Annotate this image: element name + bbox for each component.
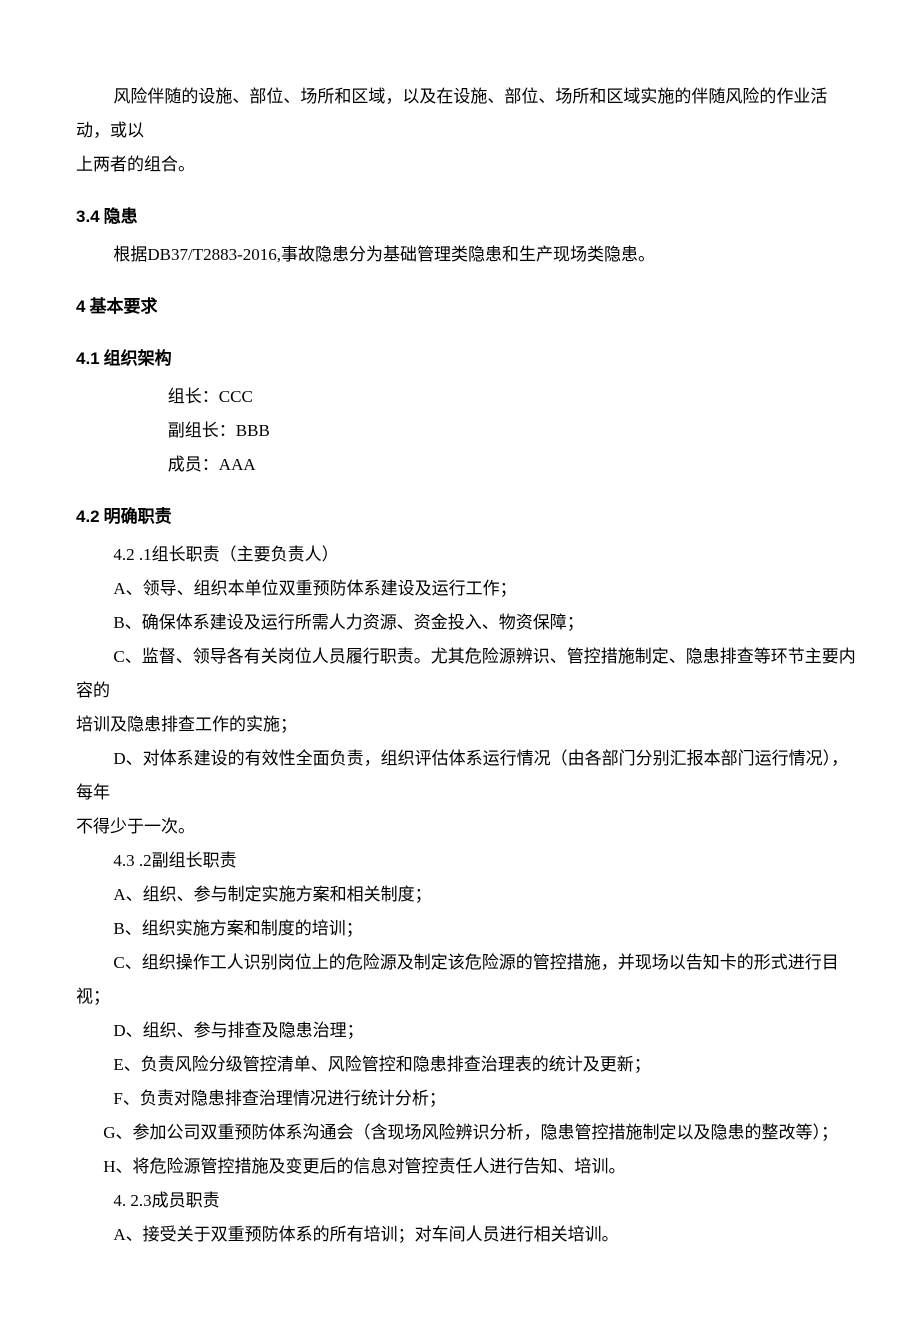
para-3-4: 根据DB37/T2883-2016,事故隐患分为基础管理类隐患和生产现场类隐患。: [76, 238, 860, 272]
item-4-2-2-a: A、组织、参与制定实施方案和相关制度；: [76, 878, 860, 912]
item-4-2-2-e: E、负责风险分级管控清单、风险管控和隐患排查治理表的统计及更新；: [76, 1048, 860, 1082]
org-member: 成员：AAA: [76, 448, 860, 482]
heading-4-1: 4.1组织架构: [76, 342, 860, 376]
heading-4-number: 4: [76, 297, 85, 316]
heading-4-2-text: 明确职责: [104, 507, 172, 526]
item-4-2-2-f: F、负责对隐患排查治理情况进行统计分析；: [76, 1082, 860, 1116]
section-4-2-2-title: 4.3 .2副组长职责: [76, 844, 860, 878]
heading-4-2-number: 4.2: [76, 507, 100, 526]
heading-4-2: 4.2明确职责: [76, 500, 860, 534]
intro-para-line1: 风险伴随的设施、部位、场所和区域，以及在设施、部位、场所和区域实施的伴随风险的作…: [76, 80, 860, 148]
item-4-2-2-h: H、将危险源管控措施及变更后的信息对管控责任人进行告知、培训。: [76, 1150, 860, 1184]
heading-4-text: 基本要求: [89, 297, 157, 316]
heading-3-4: 3.4隐患: [76, 200, 860, 234]
heading-4-1-number: 4.1: [76, 349, 100, 368]
intro-para-line2: 上两者的组合。: [76, 148, 860, 182]
item-4-2-1-b: B、确保体系建设及运行所需人力资源、资金投入、物资保障；: [76, 606, 860, 640]
item-4-2-1-a: A、领导、组织本单位双重预防体系建设及运行工作；: [76, 572, 860, 606]
org-deputy: 副组长：BBB: [76, 414, 860, 448]
heading-3-4-number: 3.4: [76, 207, 100, 226]
section-4-2-1-title: 4.2 .1组长职责（主要负责人）: [76, 538, 860, 572]
org-leader: 组长：CCC: [76, 380, 860, 414]
item-4-2-1-c-line1: C、监督、领导各有关岗位人员履行职责。尤其危险源辨识、管控措施制定、隐患排查等环…: [76, 640, 860, 708]
item-4-2-2-c: C、组织操作工人识别岗位上的危险源及制定该危险源的管控措施，并现场以告知卡的形式…: [76, 946, 860, 1014]
heading-4-1-text: 组织架构: [104, 349, 172, 368]
item-4-2-2-d: D、组织、参与排查及隐患治理；: [76, 1014, 860, 1048]
item-4-2-3-a: A、接受关于双重预防体系的所有培训；对车间人员进行相关培训。: [76, 1218, 860, 1252]
item-4-2-1-c-line2: 培训及隐患排查工作的实施；: [76, 708, 860, 742]
section-4-2-3-title: 4. 2.3成员职责: [76, 1184, 860, 1218]
heading-4: 4基本要求: [76, 290, 860, 324]
item-4-2-1-d-line1: D、对体系建设的有效性全面负责，组织评估体系运行情况（由各部门分别汇报本部门运行…: [76, 742, 860, 810]
item-4-2-2-g: G、参加公司双重预防体系沟通会（含现场风险辨识分析，隐患管控措施制定以及隐患的整…: [76, 1116, 860, 1150]
heading-3-4-text: 隐患: [104, 207, 138, 226]
item-4-2-1-d-line2: 不得少于一次。: [76, 810, 860, 844]
item-4-2-2-b: B、组织实施方案和制度的培训；: [76, 912, 860, 946]
